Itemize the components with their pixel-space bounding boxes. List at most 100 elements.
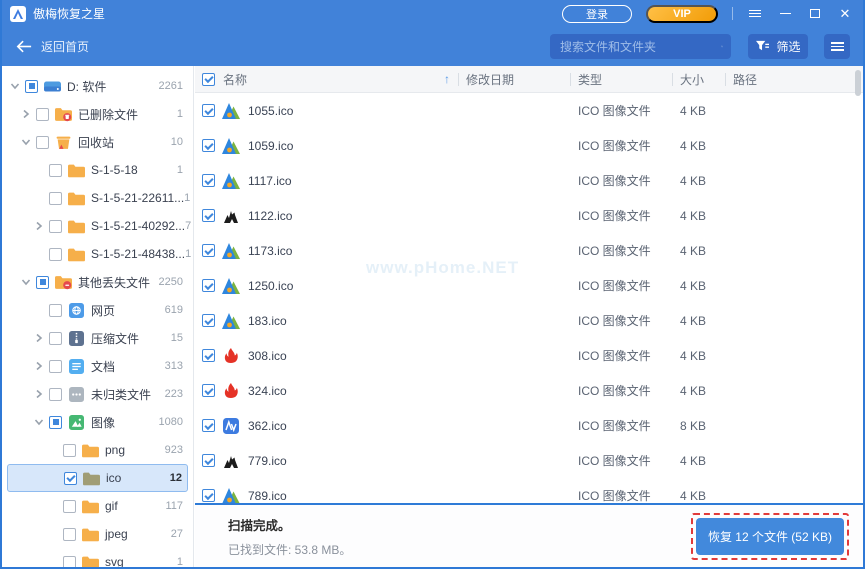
column-header-name[interactable]: 名称 ↑ — [195, 66, 458, 92]
table-row[interactable]: 362.ico ICO 图像文件 8 KB — [195, 408, 863, 443]
sidebar-item-png[interactable]: png 923 — [2, 436, 193, 464]
table-row[interactable]: 183.ico ICO 图像文件 4 KB — [195, 303, 863, 338]
row-checkbox[interactable] — [202, 489, 215, 502]
file-name: 1059.ico — [248, 138, 294, 153]
sidebar-item-recycle-bin[interactable]: 回收站 10 — [2, 128, 193, 156]
back-home-button[interactable]: 返回首页 — [16, 38, 89, 55]
checkbox-unchecked[interactable] — [49, 387, 62, 401]
sidebar-item-deleted-files[interactable]: 已删除文件 1 — [2, 100, 193, 128]
table-row[interactable]: 1117.ico ICO 图像文件 4 KB — [195, 163, 863, 198]
checkbox-unchecked[interactable] — [49, 331, 62, 345]
row-checkbox[interactable] — [202, 174, 215, 187]
table-row[interactable]: 779.ico ICO 图像文件 4 KB — [195, 443, 863, 478]
table-row[interactable]: 1250.ico ICO 图像文件 4 KB — [195, 268, 863, 303]
sidebar-item-jpeg[interactable]: jpeg 27 — [2, 520, 193, 548]
filter-button[interactable]: 筛选 — [748, 34, 808, 59]
sidebar-item-gif[interactable]: gif 117 — [2, 492, 193, 520]
table-row[interactable]: 1173.ico ICO 图像文件 4 KB — [195, 233, 863, 268]
minimize-icon[interactable] — [777, 6, 793, 22]
sidebar-item-documents[interactable]: 文档 313 — [2, 352, 193, 380]
recover-button[interactable]: 恢复 12 个文件 (52 KB) — [695, 517, 844, 555]
checkbox-unchecked[interactable] — [49, 191, 62, 205]
chevron-right-icon[interactable] — [32, 359, 46, 373]
sidebar-item-sid-folder[interactable]: S-1-5-21-48438... 1 — [2, 240, 193, 268]
sidebar-item-drive-d[interactable]: D: 软件 2261 — [2, 72, 193, 100]
column-header-type[interactable]: 类型 — [570, 66, 672, 92]
row-checkbox[interactable] — [202, 104, 215, 117]
file-name: 789.ico — [248, 488, 287, 503]
maximize-icon[interactable] — [807, 6, 823, 22]
chevron-down-icon[interactable] — [19, 275, 33, 289]
sort-ascending-icon[interactable]: ↑ — [444, 72, 450, 86]
search-icon[interactable] — [721, 39, 723, 54]
item-count: 2261 — [158, 80, 183, 92]
checkbox-partial[interactable] — [36, 275, 49, 289]
checkbox-unchecked[interactable] — [63, 527, 76, 541]
sidebar-item-sid-folder[interactable]: S-1-5-18 1 — [2, 156, 193, 184]
checkbox-unchecked[interactable] — [49, 303, 62, 317]
sidebar-item-images[interactable]: 图像 1080 — [2, 408, 193, 436]
file-type: ICO 图像文件 — [578, 174, 651, 188]
checkbox-partial[interactable] — [25, 79, 38, 93]
login-button[interactable]: 登录 — [562, 4, 632, 23]
sidebar-item-sid-folder[interactable]: S-1-5-21-22611... 1 — [2, 184, 193, 212]
chevron-right-icon[interactable] — [32, 331, 46, 345]
chevron-down-icon[interactable] — [19, 135, 33, 149]
checkbox-unchecked[interactable] — [49, 359, 62, 373]
row-checkbox[interactable] — [202, 384, 215, 397]
sidebar-item-sid-folder[interactable]: S-1-5-21-40292... 7 — [2, 212, 193, 240]
vertical-scrollbar[interactable] — [855, 70, 861, 96]
file-name: 1055.ico — [248, 103, 294, 118]
checkbox-unchecked[interactable] — [63, 499, 76, 513]
row-checkbox[interactable] — [202, 139, 215, 152]
checkbox-unchecked[interactable] — [49, 163, 62, 177]
row-checkbox[interactable] — [202, 244, 215, 257]
chevron-down-icon[interactable] — [32, 415, 46, 429]
chevron-right-icon[interactable] — [32, 219, 46, 233]
checkbox-unchecked[interactable] — [63, 555, 76, 567]
close-icon[interactable]: ✕ — [837, 6, 853, 22]
item-count: 313 — [164, 360, 183, 372]
column-header-size[interactable]: 大小 — [672, 66, 725, 92]
chevron-right-icon[interactable] — [32, 387, 46, 401]
select-all-checkbox[interactable] — [202, 72, 215, 86]
sidebar-item-label: S-1-5-18 — [91, 163, 138, 177]
checkbox-unchecked[interactable] — [36, 135, 49, 149]
sidebar-item-archives[interactable]: 压缩文件 15 — [2, 324, 193, 352]
row-checkbox[interactable] — [202, 419, 215, 432]
view-menu-button[interactable] — [824, 34, 850, 59]
row-checkbox[interactable] — [202, 349, 215, 362]
table-row[interactable]: 1059.ico ICO 图像文件 4 KB — [195, 128, 863, 163]
sidebar-item-web[interactable]: 网页 619 — [2, 296, 193, 324]
checkbox-unchecked[interactable] — [36, 107, 49, 121]
table-row[interactable]: 1055.ico ICO 图像文件 4 KB — [195, 93, 863, 128]
file-size: 4 KB — [680, 488, 707, 503]
sidebar-item-other-lost-files[interactable]: 其他丢失文件 2250 — [2, 268, 193, 296]
checkbox-unchecked[interactable] — [49, 219, 62, 233]
chevron-down-icon[interactable] — [8, 79, 22, 93]
item-count: 7 — [185, 220, 192, 232]
row-checkbox[interactable] — [202, 209, 215, 222]
row-checkbox[interactable] — [202, 454, 215, 467]
table-row[interactable]: 1122.ico ICO 图像文件 4 KB — [195, 198, 863, 233]
table-row[interactable]: 308.ico ICO 图像文件 4 KB — [195, 338, 863, 373]
checkbox-unchecked[interactable] — [49, 247, 62, 261]
column-header-path[interactable]: 路径 — [725, 66, 863, 92]
checkbox-unchecked[interactable] — [63, 443, 76, 457]
sidebar-item-unclassified[interactable]: 未归类文件 223 — [2, 380, 193, 408]
table-row[interactable]: 789.ico ICO 图像文件 4 KB — [195, 478, 863, 503]
table-row[interactable]: 324.ico ICO 图像文件 4 KB — [195, 373, 863, 408]
unclassified-icon — [68, 387, 85, 402]
row-checkbox[interactable] — [202, 279, 215, 292]
checkbox-checked[interactable] — [64, 471, 77, 485]
checkbox-partial[interactable] — [49, 415, 62, 429]
column-header-date[interactable]: 修改日期 — [458, 66, 570, 92]
row-checkbox[interactable] — [202, 314, 215, 327]
chevron-right-icon[interactable] — [19, 107, 33, 121]
sidebar-item-ico-selected[interactable]: ico 12 — [7, 464, 188, 492]
vip-button[interactable]: VIP — [646, 4, 718, 23]
menu-icon[interactable] — [747, 6, 763, 22]
sidebar-item-svg[interactable]: svg 1 — [2, 548, 193, 567]
search-input[interactable] — [550, 39, 721, 54]
file-name: 1173.ico — [248, 243, 293, 258]
